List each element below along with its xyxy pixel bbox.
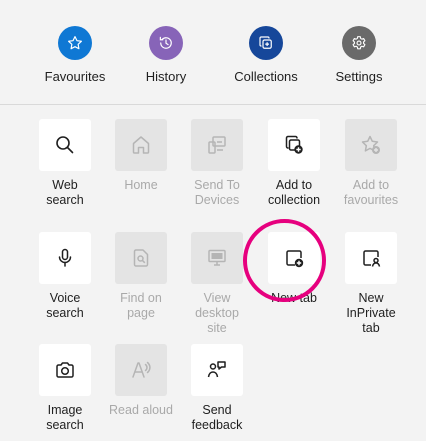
find-on-page-box xyxy=(115,232,167,284)
add-to-favourites-tile: Add to favourites xyxy=(333,119,409,208)
home-icon xyxy=(132,136,150,154)
view-desktop-site-box xyxy=(191,232,243,284)
send-feedback-box xyxy=(191,344,243,396)
desktop-icon xyxy=(208,249,226,266)
home-label: Home xyxy=(124,178,158,192)
read-aloud-label: Read aloud xyxy=(109,403,173,417)
image-search-label: Image search xyxy=(46,403,84,432)
add-to-collection-tile[interactable]: Add to collection xyxy=(256,119,332,208)
image-search-tile[interactable]: Image search xyxy=(27,344,103,433)
send-to-devices-tile: Send To Devices xyxy=(179,119,255,208)
read-aloud-box xyxy=(115,344,167,396)
history-label: History xyxy=(145,69,187,84)
add-to-favourites-label: Add to favourites xyxy=(343,178,399,207)
star-icon xyxy=(68,36,82,50)
collections-button[interactable]: Collections xyxy=(221,26,311,84)
settings-button[interactable]: Settings xyxy=(314,26,404,84)
web-search-tile[interactable]: Web search xyxy=(27,119,103,208)
view-desktop-site-tile: View desktop site xyxy=(179,232,255,336)
add-to-collection-icon xyxy=(285,135,303,154)
voice-search-label: Voice search xyxy=(46,291,84,320)
home-tile: Home xyxy=(103,119,179,193)
history-icon xyxy=(159,36,172,49)
find-on-page-label: Find on page xyxy=(120,291,162,320)
inprivate-tab-icon xyxy=(363,250,381,267)
favourites-label: Favourites xyxy=(44,69,106,84)
voice-search-tile[interactable]: Voice search xyxy=(27,232,103,321)
find-on-page-icon xyxy=(133,249,149,267)
camera-icon xyxy=(56,362,74,378)
voice-search-box xyxy=(39,232,91,284)
new-tab-label: New tab xyxy=(271,291,317,305)
microphone-icon xyxy=(58,248,72,267)
home-box xyxy=(115,119,167,171)
read-aloud-icon xyxy=(132,361,151,378)
web-search-box xyxy=(39,119,91,171)
quick-actions-row: Favourites History Collections Settings xyxy=(0,0,426,100)
new-tab-tile[interactable]: New tab xyxy=(256,232,332,306)
send-to-devices-icon xyxy=(208,136,226,154)
settings-label: Settings xyxy=(335,69,383,84)
new-inprivate-tab-box xyxy=(345,232,397,284)
new-inprivate-tab-label: New InPrivate tab xyxy=(346,291,396,335)
find-on-page-tile: Find on page xyxy=(103,232,179,321)
favourites-button[interactable]: Favourites xyxy=(30,26,120,84)
read-aloud-tile: Read aloud xyxy=(103,344,179,418)
send-to-devices-label: Send To Devices xyxy=(194,178,240,207)
web-search-label: Web search xyxy=(46,178,84,207)
new-tab-icon xyxy=(286,250,304,268)
search-icon xyxy=(56,136,74,154)
collections-circle xyxy=(249,26,283,60)
add-to-favourites-icon xyxy=(361,135,380,154)
favourites-circle xyxy=(58,26,92,60)
image-search-box xyxy=(39,344,91,396)
history-button[interactable]: History xyxy=(121,26,211,84)
history-circle xyxy=(149,26,183,60)
collections-label: Collections xyxy=(234,69,298,84)
new-inprivate-tab-tile[interactable]: New InPrivate tab xyxy=(333,232,409,336)
send-feedback-tile[interactable]: Send feedback xyxy=(179,344,255,433)
feedback-icon xyxy=(207,361,226,378)
send-to-devices-box xyxy=(191,119,243,171)
add-to-favourites-box xyxy=(345,119,397,171)
add-to-collection-box xyxy=(268,119,320,171)
view-desktop-site-label: View desktop site xyxy=(195,291,239,335)
send-feedback-label: Send feedback xyxy=(191,403,243,432)
section-divider xyxy=(0,104,426,105)
gear-icon xyxy=(352,36,366,50)
settings-circle xyxy=(342,26,376,60)
collections-icon xyxy=(259,36,272,49)
add-to-collection-label: Add to collection xyxy=(267,178,321,207)
new-tab-box xyxy=(268,232,320,284)
